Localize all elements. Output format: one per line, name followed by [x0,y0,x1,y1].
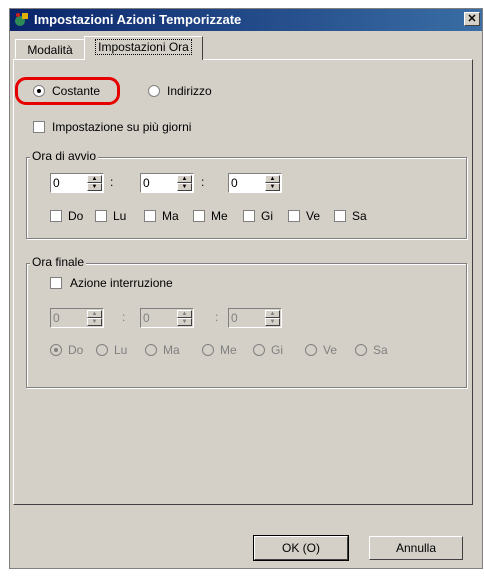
start-day-lu-checkbox[interactable] [95,210,107,222]
end-day-sa-label: Sa [373,343,388,357]
spin-down-icon[interactable]: ▼ [87,318,102,326]
colon-separator: : [215,310,219,324]
window-title: Impostazioni Azioni Temporizzate [34,12,242,27]
spin-up-icon[interactable]: ▲ [87,175,102,183]
start-day-sa-checkbox[interactable] [334,210,346,222]
spin-down-icon[interactable]: ▼ [177,318,192,326]
ok-button[interactable]: OK (O) [253,535,349,561]
end-day-sa-radio[interactable] [355,344,367,356]
radio-indirizzo[interactable] [148,85,160,97]
spin-up-icon[interactable]: ▲ [265,175,280,183]
end-day-lu-radio[interactable] [96,344,108,356]
start-minutes-spinner[interactable]: ▲▼ [140,173,194,193]
multi-day-checkbox[interactable] [33,121,45,133]
tab-impostazioni-ora[interactable]: Impostazioni Ora [84,36,203,60]
tab-modalita[interactable]: Modalità [15,39,85,59]
start-day-ma-checkbox[interactable] [144,210,156,222]
start-time-group [26,157,467,239]
end-day-ma-label: Ma [163,343,180,357]
end-day-ve-label: Ve [323,343,338,357]
start-hours-spinner[interactable]: ▲▼ [50,173,104,193]
spin-up-icon[interactable]: ▲ [87,310,102,318]
spin-down-icon[interactable]: ▼ [265,183,280,191]
ok-button-label: OK (O) [282,541,320,555]
colon-separator: : [122,310,126,324]
end-day-me-radio[interactable] [202,344,214,356]
start-day-ma-label: Ma [162,209,179,223]
interrupt-checkbox[interactable] [50,277,62,289]
highlight-annotation [15,77,120,105]
start-day-gi-label: Gi [261,209,273,223]
end-minutes-input[interactable] [143,310,173,326]
start-day-sa-label: Sa [352,209,367,223]
colon-separator: : [110,175,114,189]
start-time-title: Ora di avvio [30,149,99,163]
start-seconds-input[interactable] [231,175,261,191]
spin-down-icon[interactable]: ▼ [177,183,192,191]
close-button[interactable]: ✕ [464,12,480,26]
start-day-me-checkbox[interactable] [193,210,205,222]
start-day-ve-checkbox[interactable] [288,210,300,222]
multi-day-label: Impostazione su più giorni [52,120,192,134]
radio-indirizzo-label: Indirizzo [167,84,212,98]
timer-actions-icon [15,13,28,26]
start-day-gi-checkbox[interactable] [243,210,255,222]
end-hours-input[interactable] [53,310,83,326]
spin-down-icon[interactable]: ▼ [87,183,102,191]
start-day-do-label: Do [68,209,84,223]
tab-modalita-label: Modalità [27,43,73,57]
end-day-do-label: Do [68,343,84,357]
end-day-ve-radio[interactable] [305,344,317,356]
start-hours-input[interactable] [53,175,83,191]
cancel-button-label: Annulla [395,541,437,555]
end-seconds-spinner[interactable]: ▲▼ [228,308,282,328]
spin-up-icon[interactable]: ▲ [177,175,192,183]
spin-up-icon[interactable]: ▲ [265,310,280,318]
tab-impostazioni-ora-label: Impostazioni Ora [95,39,192,55]
end-day-gi-label: Gi [271,343,283,357]
spin-up-icon[interactable]: ▲ [177,310,192,318]
start-seconds-spinner[interactable]: ▲▼ [228,173,282,193]
cancel-button[interactable]: Annulla [369,536,463,560]
end-hours-spinner[interactable]: ▲▼ [50,308,104,328]
end-day-gi-radio[interactable] [253,344,265,356]
start-day-ve-label: Ve [306,209,321,223]
title-bar[interactable]: Impostazioni Azioni Temporizzate ✕ [10,9,482,31]
end-day-lu-label: Lu [114,343,128,357]
end-seconds-input[interactable] [231,310,261,326]
start-day-me-label: Me [211,209,228,223]
end-day-do-radio[interactable] [50,344,62,356]
end-day-ma-radio[interactable] [145,344,157,356]
start-day-lu-label: Lu [113,209,127,223]
start-day-do-checkbox[interactable] [50,210,62,222]
spin-down-icon[interactable]: ▼ [265,318,280,326]
start-minutes-input[interactable] [143,175,173,191]
interrupt-label: Azione interruzione [70,276,173,290]
end-time-title: Ora finale [30,255,87,269]
colon-separator: : [201,175,205,189]
end-minutes-spinner[interactable]: ▲▼ [140,308,194,328]
end-day-me-label: Me [220,343,237,357]
